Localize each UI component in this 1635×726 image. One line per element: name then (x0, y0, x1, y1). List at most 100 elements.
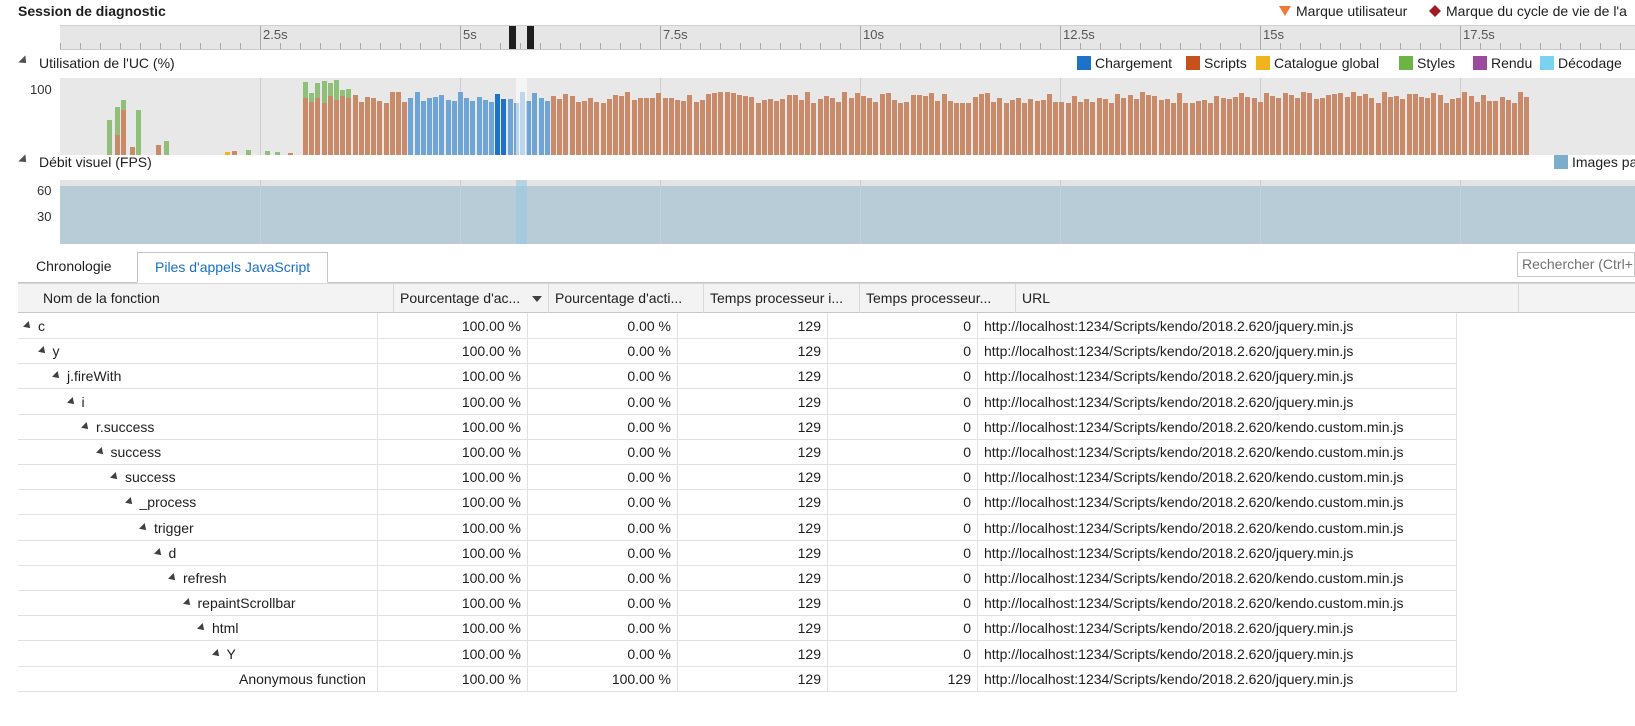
cpu-activity-bar (1115, 94, 1120, 155)
cell-inclusive-time: 129 (678, 514, 828, 541)
cell-function-name: i (18, 388, 378, 415)
search-input[interactable]: Rechercher (Ctrl+ (1517, 252, 1635, 277)
ruler-minor-tick (1220, 43, 1221, 49)
cpu-legend-swatch (1077, 56, 1091, 70)
cell-function-name: Y (18, 640, 378, 667)
ruler-minor-tick (480, 43, 481, 49)
table-row[interactable]: i 100.00 % 0.00 % 129 0 http://localhost:1234… (18, 388, 1457, 415)
table-row[interactable]: refresh 100.00 % 0.00 % 129 0 http://localhos… (18, 565, 1457, 591)
table-row[interactable]: r.success 100.00 % 0.00 % 129 0 http://localh… (18, 413, 1457, 440)
col-header-function-name[interactable]: Nom de la fonction (18, 284, 394, 313)
table-row[interactable]: Anonymous function 100.00 % 100.00 % 129 129… (18, 665, 1457, 692)
cpu-activity-bar (1233, 97, 1238, 155)
tab-chronologie[interactable]: Chronologie (19, 252, 129, 283)
tree-expander-icon[interactable] (23, 321, 33, 331)
tree-expander-icon[interactable] (52, 371, 62, 382)
table-row[interactable]: y 100.00 % 0.00 % 129 0 http://localhost:1234… (18, 338, 1457, 365)
ruler-minor-tick (820, 43, 821, 49)
selection-handle-right[interactable] (527, 26, 534, 49)
cpu-activity-bar (452, 101, 457, 155)
tree-expander-icon[interactable] (95, 447, 106, 457)
cpu-activity-bar (164, 141, 169, 155)
col-header-inclusive-pct[interactable]: Pourcentage d'ac... (394, 284, 549, 313)
fps-collapse-icon[interactable] (18, 154, 30, 166)
time-ruler[interactable]: 2.5s 5s 7.5s 10s 12.5s 15s 17.5s (60, 25, 1635, 50)
table-row[interactable]: Y 100.00 % 0.00 % 129 0 http://localhost:1234… (18, 640, 1457, 667)
tab-js-call-stacks[interactable]: Piles d'appels JavaScript (137, 252, 329, 283)
table-row[interactable]: trigger 100.00 % 0.00 % 129 0 http://localhos… (18, 514, 1457, 541)
ruler-minor-tick (140, 43, 141, 49)
table-row[interactable]: d 100.00 % 0.00 % 129 0 http://localhost:1234… (18, 539, 1457, 566)
cpu-activity-bar (793, 95, 798, 155)
table-row[interactable]: j.fireWith 100.00 % 0.00 % 129 0 http://local… (18, 363, 1457, 390)
ruler-minor-tick (880, 43, 881, 49)
cpu-activity-bar (1438, 95, 1443, 155)
tree-expander-icon[interactable] (66, 396, 77, 407)
cell-inclusive-time: 129 (678, 615, 828, 642)
col-header-exclusive-pct[interactable]: Pourcentage d'acti... (549, 284, 704, 313)
cpu-activity-bar (1376, 103, 1381, 155)
cpu-chart[interactable] (60, 78, 1635, 155)
cpu-activity-bar (830, 98, 835, 155)
col-header-url[interactable]: URL (1016, 284, 1519, 313)
ruler-minor-tick (1240, 43, 1241, 49)
cpu-activity-bar (979, 94, 984, 155)
cpu-activity-bar (1258, 102, 1263, 155)
cell-inclusive-time: 129 (678, 565, 828, 591)
cell-inclusive-pct: 100.00 % (378, 615, 528, 642)
cpu-activity-bar-segment (346, 89, 351, 98)
ruler-minor-tick (400, 43, 401, 49)
ruler-minor-tick (800, 43, 801, 49)
ruler-major-tick (460, 26, 461, 49)
tree-expander-icon[interactable] (211, 648, 222, 659)
tree-expander-icon[interactable] (153, 547, 164, 558)
cpu-activity-bar (842, 92, 847, 155)
tree-expander-icon[interactable] (110, 472, 120, 483)
function-name-label: _process (139, 494, 197, 511)
table-row[interactable]: c 100.00 % 0.00 % 129 0 http://localhost:1234… (18, 313, 1457, 339)
cpu-collapse-icon[interactable] (18, 55, 30, 67)
cpu-activity-bar (929, 93, 934, 155)
cpu-activity-bar (873, 102, 878, 155)
tree-expander-icon[interactable] (182, 598, 193, 609)
cpu-activity-bar (749, 97, 754, 155)
cell-url: http://localhost:1234/Scripts/kendo/2018… (978, 413, 1457, 440)
user-mark-label: Marque utilisateur (1296, 3, 1408, 19)
ruler-minor-tick (1300, 43, 1301, 49)
ruler-minor-tick (280, 43, 281, 49)
table-row[interactable]: success 100.00 % 0.00 % 129 0 http://localhos… (18, 439, 1457, 465)
tree-expander-icon[interactable] (197, 623, 207, 634)
selection-handle-left[interactable] (509, 26, 516, 49)
tree-expander-icon[interactable] (37, 346, 48, 357)
cpu-activity-bar (712, 93, 717, 155)
cpu-activity-bar (1462, 92, 1467, 155)
cell-function-name: c (18, 313, 378, 339)
cell-inclusive-pct: 100.00 % (378, 413, 528, 440)
cpu-activity-bar (768, 99, 773, 155)
tree-expander-icon[interactable] (124, 497, 135, 508)
table-row[interactable]: repaintScrollbar 100.00 % 0.00 % 129 0 http:/… (18, 590, 1457, 617)
tree-expander-icon[interactable] (168, 573, 178, 583)
tree-expander-icon[interactable] (81, 421, 91, 432)
ruler-minor-tick (1140, 43, 1141, 49)
sort-descending-icon (532, 296, 542, 302)
table-row[interactable]: success 100.00 % 0.00 % 129 0 http://localhos… (18, 464, 1457, 491)
cpu-activity-bar (1357, 96, 1362, 155)
cpu-activity-bar (638, 98, 643, 155)
cpu-activity-bar (421, 101, 426, 155)
cpu-activity-bar (1035, 101, 1040, 155)
cpu-activity-bar (1512, 103, 1517, 155)
ruler-minor-tick (500, 43, 501, 49)
tree-expander-icon[interactable] (139, 522, 149, 533)
ruler-minor-tick (1180, 43, 1181, 49)
ruler-minor-tick (1440, 43, 1441, 49)
cell-inclusive-time: 129 (678, 665, 828, 692)
cpu-activity-bar (1016, 98, 1021, 155)
table-row[interactable]: html 100.00 % 0.00 % 129 0 http://localhost:1… (18, 615, 1457, 642)
col-header-exclusive-time[interactable]: Temps processeur... (860, 284, 1016, 313)
cpu-activity-bar (1388, 97, 1393, 155)
cpu-activity-bar (1208, 103, 1213, 155)
table-row[interactable]: _process 100.00 % 0.00 % 129 0 http://localho… (18, 489, 1457, 516)
col-header-inclusive-time[interactable]: Temps processeur i... (704, 284, 860, 313)
fps-chart[interactable] (60, 180, 1635, 244)
